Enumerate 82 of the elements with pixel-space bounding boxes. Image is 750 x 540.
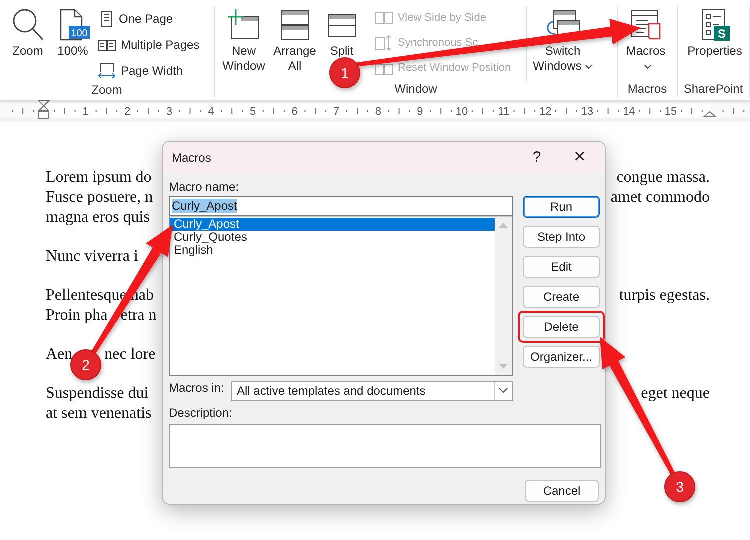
dialog-button[interactable]: Edit: [523, 256, 600, 278]
page-icon: [98, 11, 114, 27]
document-text: at sem venenatis: [46, 405, 152, 422]
ruler-number: 11: [498, 106, 510, 118]
document-text: Fusce posuere, n: [46, 189, 154, 206]
close-button[interactable]: ×: [557, 142, 603, 173]
ruler-number: 6: [292, 106, 298, 118]
macro-list-item[interactable]: Curly_Apost: [170, 218, 495, 231]
pages-icon: [98, 37, 116, 53]
chevron-down-icon: [499, 388, 508, 394]
zoom-level-text: 100: [71, 28, 88, 40]
step-number-badge: 1: [330, 58, 360, 88]
document-text: Nunc viverra i: [46, 248, 138, 265]
ruler-number: 14: [623, 106, 636, 118]
document-text: eget neque: [641, 384, 710, 404]
ribbon-button[interactable]: Zoom: [4, 7, 52, 59]
document-text: turpis egestas.: [619, 286, 710, 306]
new-window-icon: [227, 8, 261, 42]
macros-icon: [629, 8, 663, 42]
scroll-sync-icon: [375, 35, 393, 51]
macro-list-item[interactable]: Curly_Quotes: [170, 231, 495, 244]
document-text: congue massa.: [616, 168, 710, 188]
dialog-button[interactable]: Organizer...: [523, 346, 600, 368]
sharepoint-letter: S: [718, 27, 726, 41]
group-label: Window: [394, 81, 438, 97]
document-text: Suspendisse dui: [46, 385, 149, 402]
ruler-number: 8: [375, 106, 382, 118]
ribbon-button[interactable]: 100 100%: [52, 7, 94, 59]
dialog-button[interactable]: Run: [523, 196, 600, 218]
document-text: Aen: [46, 346, 73, 363]
ribbon-button[interactable]: Page Width: [98, 60, 200, 82]
scroll-up-icon[interactable]: [499, 222, 508, 228]
document-text: nec lore: [104, 346, 156, 363]
ruler-number: 2: [124, 106, 131, 118]
help-button[interactable]: ?: [517, 142, 557, 173]
dialog-button[interactable]: Delete: [523, 316, 600, 338]
ruler-number: 13: [581, 106, 594, 118]
ruler-number: 9: [417, 106, 424, 118]
macro-list-item[interactable]: English: [170, 244, 495, 257]
ribbon-button[interactable]: Split: [321, 7, 363, 59]
ruler-number: 4: [208, 106, 214, 118]
page-width-icon: [98, 63, 116, 79]
dialog-button[interactable]: Step Into: [523, 226, 600, 248]
side-by-side-icon: [375, 10, 393, 26]
ribbon-button[interactable]: Multiple Pages: [98, 34, 200, 56]
step-number-badge: 3: [664, 472, 696, 502]
ruler-number: 10: [456, 106, 468, 118]
ruler-number: 15: [664, 106, 678, 118]
arrange-windows-icon: [278, 8, 312, 42]
ribbon-button[interactable]: New Window: [219, 7, 269, 74]
scrollbar[interactable]: [495, 217, 512, 375]
ribbon-button[interactable]: S Properties: [682, 7, 748, 59]
document-text: Proin pha: [46, 307, 108, 324]
step-number-badge: 2: [70, 350, 102, 380]
group-label: Zoom: [92, 82, 122, 98]
search-icon: [11, 8, 45, 42]
group-label: SharePoint: [684, 81, 744, 97]
ruler-number: 1: [82, 106, 89, 118]
macro-list[interactable]: Curly_Apost Curly_Quotes English: [169, 216, 513, 376]
indent-marker[interactable]: [702, 111, 718, 118]
document-text: etra n: [120, 307, 157, 324]
scroll-down-icon[interactable]: [499, 364, 508, 370]
indent-marker[interactable]: [38, 100, 50, 120]
group-label: Macros: [628, 81, 668, 97]
field-label: Macros in:: [169, 381, 226, 395]
macro-name-field[interactable]: Curly_Apost: [169, 196, 513, 216]
ribbon-button[interactable]: One Page: [98, 8, 200, 30]
ribbon-button[interactable]: Arrange All: [269, 7, 321, 74]
cancel-button[interactable]: Cancel: [525, 480, 599, 502]
field-label: Description:: [169, 406, 232, 422]
ruler-number: 12: [539, 106, 552, 118]
description-box[interactable]: [169, 424, 601, 468]
ruler-number: 7: [334, 106, 340, 118]
field-label: Macro name:: [169, 180, 240, 196]
dialog-button[interactable]: Create: [523, 286, 600, 308]
ruler-number: 3: [166, 106, 172, 118]
document-text: Lorem ipsum do: [46, 169, 152, 186]
document-text: amet commodo: [610, 188, 710, 208]
ruler-number: 5: [250, 106, 256, 118]
dialog-title: Macros: [172, 150, 212, 164]
macros-in-dropdown[interactable]: All active templates and documents: [231, 381, 513, 401]
document-text: magna eros quis: [46, 209, 150, 226]
